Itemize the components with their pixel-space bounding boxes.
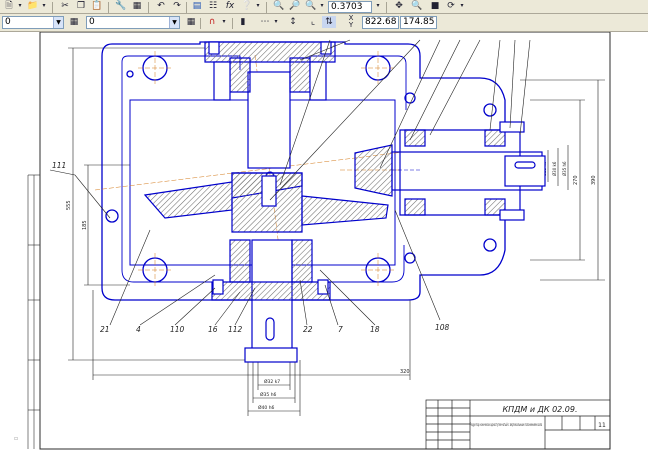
refresh-icon[interactable]: ⟳ [444,0,458,12]
chevron-down-icon[interactable]: ▼ [53,17,63,28]
coord-x-field[interactable]: 822.68 [362,16,399,29]
leader-label-16: 16 [208,325,218,334]
chevron-down-icon[interactable]: ▾ [254,0,262,12]
properties-toolbar: 0 ▼ ▦ 0 ▼ ▦ ∩ ▾ ▮ ⋯ ▾ ↕ ⌞ ⇅ X Y 822.68 1… [0,14,648,32]
leader-label-18: 18 [370,325,380,334]
properties-icon[interactable]: 🔧 [114,0,128,12]
table-icon[interactable]: ☷ [206,0,220,12]
zoom-value: 0.3703 [331,2,363,12]
shaft-dim-1: Ø32 k7 [264,378,280,385]
chevron-down-icon[interactable]: ▾ [272,16,280,28]
layers-icon[interactable]: ▦ [130,0,144,12]
chevron-down-icon[interactable]: ▾ [374,0,382,12]
orthogonal-icon[interactable]: ↕ [286,16,300,28]
layer-manager-icon[interactable]: ▦ [68,16,80,28]
styles-icon[interactable]: ▦ [184,16,198,28]
shaft-dim-3: Ø40 h6 [258,404,275,411]
leader-label-4: 4 [136,325,141,334]
new-document-icon[interactable]: 🗎 [2,0,16,12]
chevron-down-icon[interactable]: ▾ [318,0,326,12]
coordinates-icon[interactable]: ⇅ [322,16,336,28]
shaft-dim-2: Ø35 h6 [260,391,277,398]
zoom-window-icon[interactable]: 🔍 [304,0,318,12]
leader-label-111: 111 [52,161,66,170]
title-designation: КПДМ и ДК 02.09. [502,405,577,414]
leader-label-7: 7 [338,325,343,334]
chevron-down-icon[interactable]: ▾ [220,16,228,28]
style-combo-value: 0 [89,17,95,27]
redo-icon[interactable]: ↷ [170,0,184,12]
fx-icon[interactable]: fx [222,0,238,12]
zoom-in-icon[interactable]: 🔍 [272,0,286,12]
pan-icon[interactable]: ✥ [392,0,406,12]
show-all-icon[interactable]: ■ [428,0,442,12]
help-cursor-icon[interactable]: ❔ [240,0,254,12]
undo-icon[interactable]: ↶ [154,0,168,12]
dim-horizontal-bottom: 320 [400,369,410,375]
dim-vertical-left-1: 555 [66,200,72,210]
main-toolbar: 🗎 ▾ 📁 ▾ ✂ ❐ 📋 🔧 ▦ ↶ ↷ ▤ ☷ fx ❔ ▾ 🔍 🔎 🔍 ▾… [0,0,648,14]
output-dim-3: Ø35 h6 [562,161,567,176]
layer-combo[interactable]: 0 ▼ [2,16,64,29]
title-name: Редуктор конически одноступенчатый с вер… [470,421,542,428]
coord-x-value: 822.68 [365,17,397,27]
dim-vertical-right-2: 270 [573,175,579,185]
leader-label-22: 22 [303,325,313,334]
dim-vertical-left-2: 185 [82,220,88,230]
margin-mark: ▫ [14,435,18,442]
leader-label-108: 108 [435,323,450,332]
paste-icon[interactable]: 📋 [90,0,104,12]
chevron-down-icon[interactable]: ▼ [169,17,179,28]
align-icon[interactable]: ▮ [236,16,250,28]
cut-icon[interactable]: ✂ [58,0,72,12]
tree-icon[interactable]: ▤ [190,0,204,12]
dim-vertical-right-1: 390 [591,175,597,185]
chevron-down-icon[interactable]: ▾ [40,0,48,12]
chevron-down-icon[interactable]: ▾ [16,0,24,12]
layer-combo-value: 0 [5,17,11,27]
coord-y-value: 174.85 [403,17,435,27]
output-dim-2: Ø30 k6 [552,161,557,176]
zoom-out-icon[interactable]: 🔎 [288,0,302,12]
copy-icon[interactable]: ❐ [74,0,88,12]
open-icon[interactable]: 📁 [26,0,40,12]
leader-label-110: 110 [170,325,185,334]
style-combo[interactable]: 0 ▼ [86,16,180,29]
zoom-dynamic-icon[interactable]: 🔍 [410,0,424,12]
snap-magnet-icon[interactable]: ∩ [204,16,220,28]
leader-label-112: 112 [228,325,243,334]
zoom-scale-field[interactable]: 0.3703 [328,1,372,13]
chevron-down-icon[interactable]: ▾ [458,0,466,12]
local-cs-icon[interactable]: ⌞ [306,16,320,28]
leader-label-21: 21 [100,325,110,334]
title-sheet: 11 [598,422,606,429]
grid-icon[interactable]: ⋯ [258,16,272,28]
drawing-canvas[interactable]: КПДМ и ДК 02.09. Редуктор конически одно… [0,32,648,451]
coord-y-field[interactable]: 174.85 [400,16,437,29]
